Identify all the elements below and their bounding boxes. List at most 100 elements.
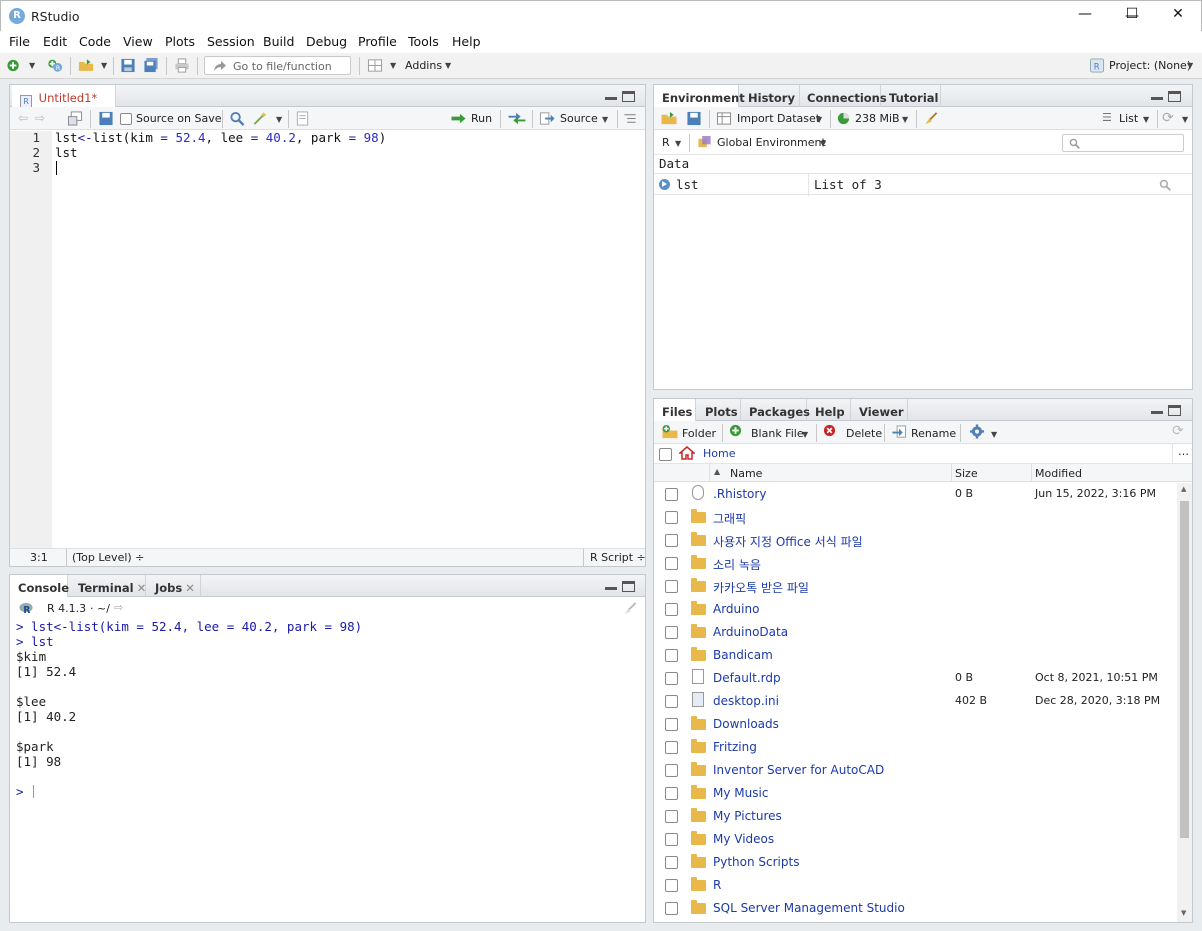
close-tab-icon[interactable]: ✕	[185, 581, 195, 595]
file-name[interactable]: desktop.ini	[713, 694, 779, 708]
chevron-down-icon[interactable]: ▼	[101, 61, 107, 70]
goto-file-input[interactable]: Go to file/function	[204, 56, 351, 75]
chevron-down-icon[interactable]: ▼	[390, 61, 396, 70]
breadcrumb-home[interactable]: Home	[703, 447, 735, 460]
file-row[interactable]: My Music	[654, 782, 1176, 805]
memory-usage[interactable]: 238 MiB	[855, 112, 900, 125]
file-row[interactable]: Inventor Server for AutoCAD	[654, 759, 1176, 782]
file-name[interactable]: 소리 녹음	[713, 556, 761, 573]
new-project-icon[interactable]: R	[47, 58, 63, 73]
rerun-icon[interactable]	[507, 111, 527, 126]
print-icon[interactable]	[174, 58, 190, 73]
source-on-save-checkbox[interactable]	[120, 113, 132, 125]
file-row[interactable]: Python Scripts	[654, 851, 1176, 874]
file-row[interactable]: My Videos	[654, 828, 1176, 851]
environment-search-input[interactable]	[1062, 134, 1184, 152]
forward-arrow-icon[interactable]: ⇨	[35, 111, 45, 125]
file-name[interactable]: 카카오톡 받은 파일	[713, 579, 809, 596]
menu-help[interactable]: Help	[452, 34, 481, 49]
project-menu[interactable]: Project: (None)	[1109, 59, 1191, 72]
addins-menu[interactable]: Addins	[405, 59, 442, 72]
file-row[interactable]: 그래픽	[654, 506, 1176, 529]
tab-terminal[interactable]: Terminal ✕	[70, 575, 146, 597]
import-dataset-icon[interactable]	[716, 111, 732, 126]
scope-selector[interactable]: (Top Level) ÷	[72, 551, 144, 564]
column-modified[interactable]: Modified	[1035, 467, 1082, 480]
tab-packages[interactable]: Packages	[741, 399, 810, 421]
file-name[interactable]: My Music	[713, 786, 768, 800]
file-name[interactable]: Downloads	[713, 717, 779, 731]
language-selector[interactable]: R	[662, 136, 670, 149]
file-checkbox[interactable]	[665, 672, 678, 685]
search-icon[interactable]	[229, 111, 245, 126]
file-row[interactable]: My Pictures	[654, 805, 1176, 828]
tab-environment[interactable]: Environment	[654, 85, 745, 108]
file-checkbox[interactable]	[665, 626, 678, 639]
run-arrow-icon[interactable]	[450, 111, 468, 126]
tab-files[interactable]: Files	[654, 399, 696, 422]
home-icon[interactable]	[679, 446, 695, 460]
close-tab-icon[interactable]: ✕	[137, 581, 147, 595]
menu-code[interactable]: Code	[79, 34, 111, 49]
run-button[interactable]: Run	[471, 112, 492, 125]
menu-session[interactable]: Session	[207, 34, 255, 49]
source-arrow-icon[interactable]	[539, 111, 555, 126]
file-name[interactable]: .Rhistory	[713, 487, 766, 501]
file-name[interactable]: Default.rdp	[713, 671, 781, 685]
scroll-up-icon[interactable]: ▲	[1181, 485, 1186, 493]
load-workspace-icon[interactable]	[660, 111, 678, 126]
code-line[interactable]: lst	[55, 145, 643, 160]
file-checkbox[interactable]	[665, 764, 678, 777]
chevron-down-icon[interactable]: ▼	[1182, 115, 1188, 124]
tab-plots[interactable]: Plots	[697, 399, 741, 421]
file-row[interactable]: 사용자 지정 Office 서식 파일	[654, 529, 1176, 552]
file-name[interactable]: SQL Server Management Studio	[713, 901, 905, 915]
file-name[interactable]: Inventor Server for AutoCAD	[713, 763, 884, 777]
select-all-checkbox[interactable]	[659, 448, 672, 461]
refresh-icon[interactable]: ⟳	[1162, 110, 1174, 126]
file-checkbox[interactable]	[665, 833, 678, 846]
broom-icon[interactable]	[923, 111, 939, 126]
tab-jobs[interactable]: Jobs ✕	[147, 575, 201, 597]
close-button[interactable]: ✕	[1155, 3, 1201, 27]
new-folder-button[interactable]: Folder	[682, 427, 716, 440]
broom-icon[interactable]	[622, 601, 638, 616]
file-checkbox[interactable]	[665, 695, 678, 708]
code-line[interactable]: lst<-list(kim = 52.4, lee = 40.2, park =…	[55, 130, 643, 145]
file-checkbox[interactable]	[665, 787, 678, 800]
file-name[interactable]: My Videos	[713, 832, 774, 846]
file-checkbox[interactable]	[665, 488, 678, 501]
view-data-icon[interactable]	[1159, 179, 1171, 191]
tab-console[interactable]: Console	[10, 575, 69, 598]
file-checkbox[interactable]	[665, 741, 678, 754]
console-output[interactable]: > lst<-list(kim = 52.4, lee = 40.2, park…	[16, 619, 641, 919]
pane-minmax[interactable]	[1151, 405, 1183, 417]
compile-report-icon[interactable]	[295, 111, 311, 126]
file-checkbox[interactable]	[665, 557, 678, 570]
chevron-down-icon[interactable]: ▼	[1143, 115, 1149, 124]
tab-untitled1[interactable]: R Untitled1* ✕	[12, 85, 116, 122]
pane-minmax[interactable]	[1151, 91, 1183, 103]
file-row[interactable]: Fritzing	[654, 736, 1176, 759]
tab-history[interactable]: History	[740, 85, 800, 107]
outline-icon[interactable]	[622, 111, 638, 126]
save-all-icon[interactable]	[143, 58, 159, 73]
save-icon[interactable]	[98, 111, 114, 126]
delete-button[interactable]: Delete	[846, 427, 882, 440]
pane-minmax[interactable]	[605, 91, 637, 103]
new-folder-icon[interactable]	[661, 424, 679, 439]
scope-selector[interactable]: Global Environment	[717, 136, 826, 149]
file-row[interactable]: Default.rdp 0 B Oct 8, 2021, 10:51 PM	[654, 667, 1176, 690]
file-row[interactable]: Arduino	[654, 598, 1176, 621]
column-size[interactable]: Size	[955, 467, 978, 480]
refresh-icon[interactable]: ⟳	[1172, 423, 1184, 439]
tab-help[interactable]: Help	[807, 399, 851, 421]
import-dataset-button[interactable]: Import Dataset	[737, 112, 820, 125]
menu-profile[interactable]: Profile	[358, 34, 397, 49]
console-prompt[interactable]: >	[16, 784, 641, 799]
chevron-down-icon[interactable]: ▼	[445, 61, 451, 70]
file-row[interactable]: desktop.ini 402 B Dec 28, 2020, 3:18 PM	[654, 690, 1176, 713]
chevron-down-icon[interactable]: ▼	[29, 61, 35, 70]
file-row[interactable]: 소리 녹음	[654, 552, 1176, 575]
menu-build[interactable]: Build	[263, 34, 294, 49]
